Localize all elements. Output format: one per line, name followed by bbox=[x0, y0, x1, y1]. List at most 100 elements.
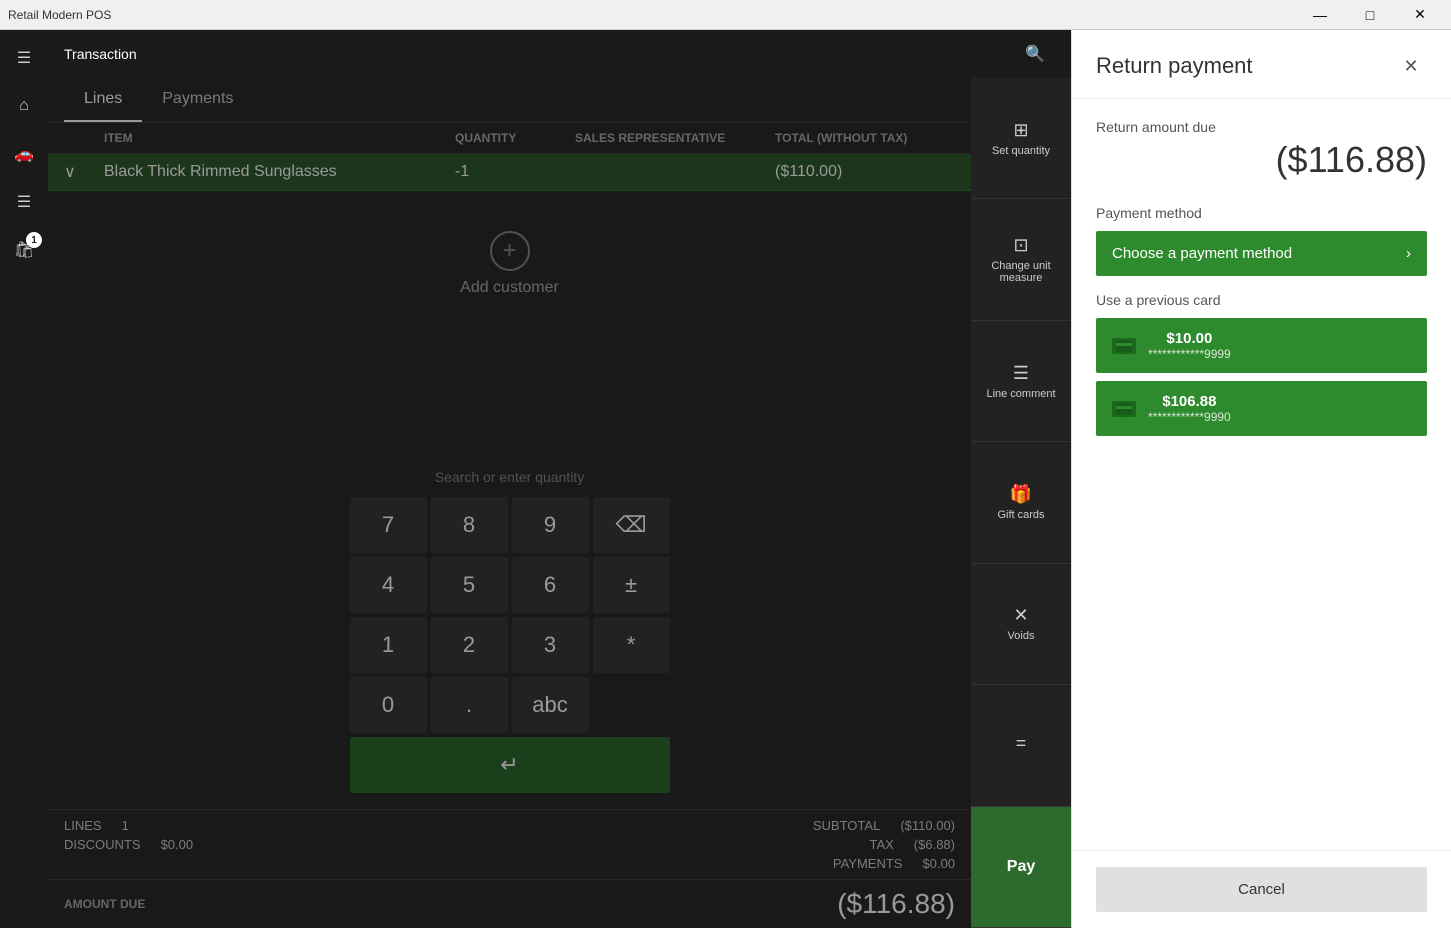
choose-payment-button[interactable]: Choose a payment method › bbox=[1096, 231, 1427, 276]
pay-button[interactable]: Pay bbox=[971, 807, 1071, 928]
sidebar-bag-button[interactable]: 🛍 1 bbox=[4, 230, 44, 270]
numpad: 7 8 9 ⌫ 4 5 6 ± 1 2 3 * 0 bbox=[350, 497, 670, 793]
transaction-title: Transaction bbox=[64, 46, 1007, 62]
totals-button[interactable]: = bbox=[971, 685, 1071, 806]
rp-body: Return amount due ($116.88) Payment meth… bbox=[1072, 99, 1451, 850]
num-7[interactable]: 7 bbox=[350, 497, 427, 553]
return-payment-close-button[interactable]: ✕ bbox=[1395, 50, 1427, 82]
item-quantity: -1 bbox=[455, 163, 575, 181]
num-0[interactable]: 0 bbox=[350, 677, 427, 733]
amount-due-bar: AMOUNT DUE ($116.88) bbox=[48, 879, 971, 928]
minimize-button[interactable]: — bbox=[1297, 0, 1343, 30]
set-quantity-button[interactable]: ⊞ Set quantity bbox=[971, 78, 1071, 199]
card-info-0: $10.00 ************9999 bbox=[1148, 330, 1231, 361]
lines-value: 1 bbox=[122, 818, 129, 833]
cancel-button[interactable]: Cancel bbox=[1096, 867, 1427, 912]
num-8[interactable]: 8 bbox=[431, 497, 508, 553]
payments-row: PAYMENTS $0.00 bbox=[833, 856, 955, 871]
num-9[interactable]: 9 bbox=[512, 497, 589, 553]
tab-lines[interactable]: Lines bbox=[64, 78, 142, 122]
add-customer-label: Add customer bbox=[460, 279, 559, 297]
tabs-bar: Lines Payments bbox=[48, 78, 971, 123]
set-quantity-icon: ⊞ bbox=[1013, 120, 1028, 141]
num-4[interactable]: 4 bbox=[350, 557, 427, 613]
num-3[interactable]: 3 bbox=[512, 617, 589, 673]
search-quantity-label: Search or enter quantity bbox=[64, 469, 955, 485]
search-icon: 🔍 bbox=[1025, 44, 1045, 64]
plusminus-button[interactable]: ± bbox=[593, 557, 670, 613]
line-comment-button[interactable]: ☰ Line comment bbox=[971, 321, 1071, 442]
subtotal-label: SUBTOTAL bbox=[813, 818, 880, 833]
table-row[interactable]: ∨ Black Thick Rimmed Sunglasses -1 ($110… bbox=[48, 154, 971, 191]
card-option-1[interactable]: $106.88 ************9990 bbox=[1096, 381, 1427, 436]
tax-label: TAX bbox=[869, 837, 893, 852]
add-customer-area[interactable]: + Add customer bbox=[48, 191, 971, 337]
close-button[interactable]: ✕ bbox=[1397, 0, 1443, 30]
cart-badge: 1 bbox=[26, 232, 42, 248]
voids-label: Voids bbox=[1008, 630, 1035, 642]
sidebar-menu-button[interactable]: ☰ bbox=[4, 38, 44, 78]
card-amount-0: $10.00 bbox=[1148, 330, 1231, 347]
sidebar-home-button[interactable]: ⌂ bbox=[4, 86, 44, 126]
voids-button[interactable]: ✕ Voids bbox=[971, 564, 1071, 685]
middle-section: Lines Payments ITEM QUANTITY SALES REPRE… bbox=[48, 78, 1071, 928]
top-bar: Transaction 🔍 bbox=[48, 30, 1071, 78]
table-header: ITEM QUANTITY SALES REPRESENTATIVE TOTAL… bbox=[48, 123, 971, 154]
choose-payment-label: Choose a payment method bbox=[1112, 245, 1292, 262]
abc-button[interactable]: abc bbox=[512, 677, 589, 733]
tab-payments[interactable]: Payments bbox=[142, 78, 253, 122]
num-1[interactable]: 1 bbox=[350, 617, 427, 673]
sidebar: ☰ ⌂ 🚗 ☰ 🛍 1 bbox=[0, 30, 48, 928]
num-5[interactable]: 5 bbox=[431, 557, 508, 613]
discounts-value: $0.00 bbox=[161, 837, 194, 852]
vehicle-icon: 🚗 bbox=[14, 144, 34, 164]
sidebar-list-button[interactable]: ☰ bbox=[4, 182, 44, 222]
totals-left: LINES 1 DISCOUNTS $0.00 bbox=[64, 818, 193, 871]
gift-cards-label: Gift cards bbox=[997, 509, 1044, 521]
payments-value: $0.00 bbox=[922, 856, 955, 871]
num-2[interactable]: 2 bbox=[431, 617, 508, 673]
right-panel: ⊞ Set quantity ⊡ Change unit measure ☰ L… bbox=[971, 78, 1071, 928]
use-previous-card-label: Use a previous card bbox=[1096, 292, 1427, 308]
chevron-right-icon: › bbox=[1406, 245, 1411, 262]
subtotal-row: SUBTOTAL ($110.00) bbox=[813, 818, 955, 833]
change-unit-button[interactable]: ⊡ Change unit measure bbox=[971, 199, 1071, 320]
window-controls: — □ ✕ bbox=[1297, 0, 1443, 30]
col-quantity: QUANTITY bbox=[455, 131, 575, 145]
app-container: ☰ ⌂ 🚗 ☰ 🛍 1 Transaction 🔍 bbox=[0, 30, 1451, 928]
sidebar-vehicle-button[interactable]: 🚗 bbox=[4, 134, 44, 174]
gift-cards-button[interactable]: 🎁 Gift cards bbox=[971, 442, 1071, 563]
amount-due-label: AMOUNT DUE bbox=[64, 897, 145, 911]
totals-right: SUBTOTAL ($110.00) TAX ($6.88) PAYMENTS … bbox=[813, 818, 955, 871]
lines-row: LINES 1 bbox=[64, 818, 193, 833]
home-icon: ⌂ bbox=[19, 97, 29, 115]
tax-row: TAX ($6.88) bbox=[869, 837, 955, 852]
numpad-area: Search or enter quantity 7 8 9 ⌫ 4 5 6 ±… bbox=[48, 453, 971, 809]
card-info-1: $106.88 ************9990 bbox=[1148, 393, 1231, 424]
num-6[interactable]: 6 bbox=[512, 557, 589, 613]
lines-scroll: ∨ Black Thick Rimmed Sunglasses -1 ($110… bbox=[48, 154, 971, 453]
discounts-row: DISCOUNTS $0.00 bbox=[64, 837, 193, 852]
line-comment-label: Line comment bbox=[986, 388, 1055, 400]
app-title: Retail Modern POS bbox=[8, 8, 111, 22]
decimal-button[interactable]: . bbox=[431, 677, 508, 733]
main-content: Transaction 🔍 Lines Payments bbox=[48, 30, 1071, 928]
search-button[interactable]: 🔍 bbox=[1015, 34, 1055, 74]
rp-amount-value: ($116.88) bbox=[1096, 139, 1427, 181]
card-option-0[interactable]: $10.00 ************9999 bbox=[1096, 318, 1427, 373]
card-icon-0 bbox=[1112, 338, 1136, 354]
backspace-button[interactable]: ⌫ bbox=[593, 497, 670, 553]
maximize-button[interactable]: □ bbox=[1347, 0, 1393, 30]
return-payment-panel: Return payment ✕ Return amount due ($116… bbox=[1071, 30, 1451, 928]
tax-value: ($6.88) bbox=[914, 837, 955, 852]
col-total: TOTAL (WITHOUT TAX) bbox=[775, 131, 955, 145]
lines-label: LINES bbox=[64, 818, 102, 833]
multiply-button[interactable]: * bbox=[593, 617, 670, 673]
enter-button[interactable]: ↵ bbox=[350, 737, 670, 793]
change-unit-icon: ⊡ bbox=[1013, 235, 1028, 256]
card-number-0: ************9999 bbox=[1148, 347, 1231, 361]
item-name: Black Thick Rimmed Sunglasses bbox=[104, 163, 455, 181]
item-total: ($110.00) bbox=[775, 163, 955, 181]
left-section: Lines Payments ITEM QUANTITY SALES REPRE… bbox=[48, 78, 971, 928]
totals-bar: LINES 1 DISCOUNTS $0.00 SUBTOTAL ( bbox=[48, 809, 971, 879]
